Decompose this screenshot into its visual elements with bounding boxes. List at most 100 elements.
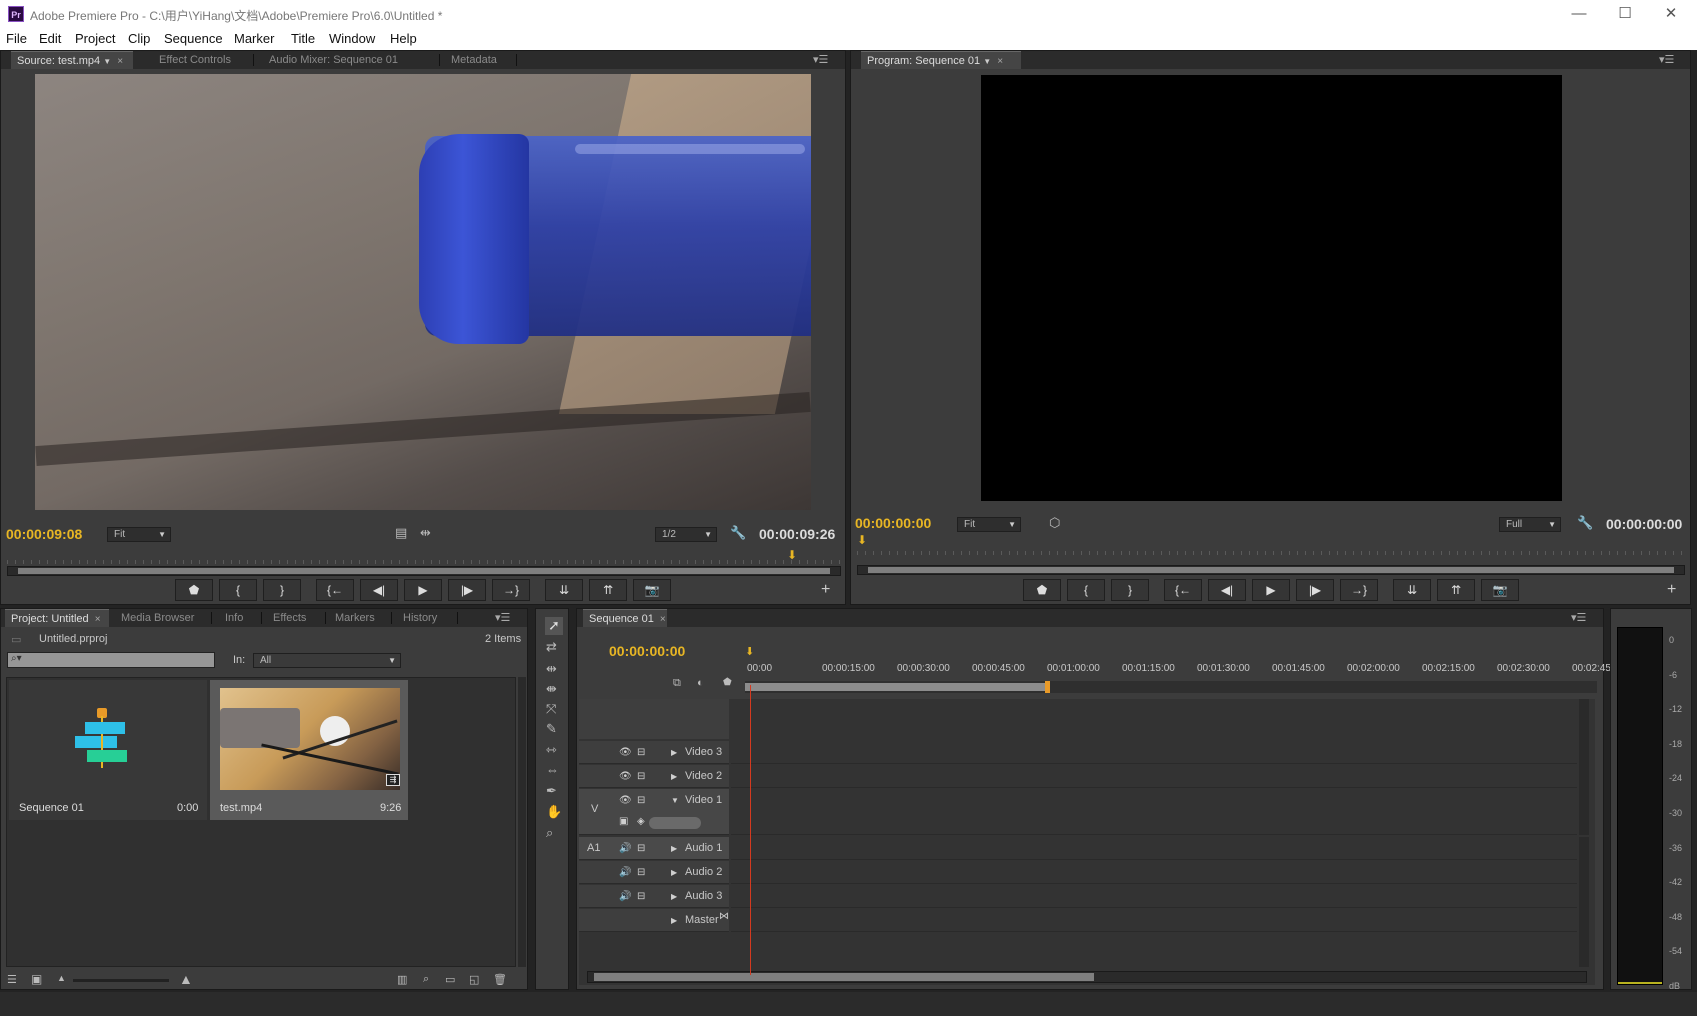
source-current-timecode[interactable]: 00:00:09:08 xyxy=(6,526,82,542)
audio-3-lane[interactable] xyxy=(731,885,1577,908)
master-lane[interactable] xyxy=(731,909,1577,932)
menu-clip[interactable]: Clip xyxy=(128,31,150,46)
snap-icon[interactable]: ⧉ xyxy=(673,677,681,690)
mark-in-button[interactable]: { xyxy=(1067,579,1105,601)
go-to-in-button[interactable]: {← xyxy=(316,579,354,601)
audio-1-track-header[interactable]: A1 🔊 ⊟ ▶ Audio 1 xyxy=(579,837,729,860)
expand-arrow-icon[interactable]: ▶ xyxy=(671,916,677,925)
speaker-icon[interactable]: 🔊 xyxy=(619,891,631,902)
close-icon[interactable]: × xyxy=(997,56,1003,67)
sync-lock-icon[interactable]: ⊟ xyxy=(637,771,645,782)
video-1-lane[interactable] xyxy=(731,789,1577,835)
pen-tool-icon[interactable]: ✒ xyxy=(546,783,557,799)
video-scrollbar[interactable] xyxy=(1579,699,1589,835)
audio-2-track-header[interactable]: 🔊 ⊟ ▶ Audio 2 xyxy=(579,861,729,884)
speaker-icon[interactable]: 🔊 xyxy=(619,843,631,854)
sync-lock-icon[interactable]: ⊟ xyxy=(637,747,645,758)
menu-marker[interactable]: Marker xyxy=(234,31,274,46)
step-back-button[interactable]: ◀| xyxy=(360,579,398,601)
thumbnail-size-slider[interactable] xyxy=(73,979,169,982)
audio-target-label[interactable]: A1 xyxy=(587,842,600,854)
master-output-icon[interactable]: ⋈ xyxy=(719,911,729,922)
sync-lock-icon[interactable]: ⊟ xyxy=(637,843,645,854)
work-area-bar[interactable] xyxy=(745,683,1047,691)
program-zoom-scrollbar[interactable] xyxy=(857,565,1685,575)
sync-lock-icon[interactable]: ⊟ xyxy=(637,795,645,806)
sync-lock-icon[interactable]: ⊟ xyxy=(637,891,645,902)
close-icon[interactable]: × xyxy=(95,614,101,625)
sync-lock-icon[interactable]: ⊟ xyxy=(637,867,645,878)
search-text[interactable] xyxy=(28,654,208,666)
icon-view-icon[interactable]: ▣ xyxy=(31,972,42,986)
wrench-icon[interactable]: 🔧 xyxy=(1577,515,1593,531)
eye-icon[interactable]: 👁 xyxy=(619,795,632,806)
overwrite-button[interactable]: ⇈ xyxy=(589,579,627,601)
ripple-edit-tool-icon[interactable]: ⇹ xyxy=(546,661,557,677)
close-button[interactable]: ✕ xyxy=(1648,0,1694,28)
rate-stretch-tool-icon[interactable]: ⤧ xyxy=(546,701,556,717)
menu-sequence[interactable]: Sequence xyxy=(164,31,223,46)
menu-window[interactable]: Window xyxy=(329,31,375,46)
search-input[interactable]: ⌕▾ xyxy=(7,652,215,668)
expand-arrow-icon[interactable]: ▶ xyxy=(671,868,677,877)
trash-icon[interactable]: 🗑 xyxy=(493,973,507,986)
track-select-tool-icon[interactable]: ⇄ xyxy=(546,639,557,655)
video-1-track-header[interactable]: V 👁 ⊟ ▼ Video 1 ▣ ◈ xyxy=(579,789,729,835)
expand-arrow-icon[interactable]: ▶ xyxy=(671,772,677,781)
maximize-button[interactable]: ☐ xyxy=(1602,0,1648,28)
step-forward-button[interactable]: |▶ xyxy=(448,579,486,601)
new-bin-icon[interactable]: ▭ xyxy=(445,973,455,986)
in-filter-dropdown[interactable]: All ▼ xyxy=(253,653,401,668)
audio-3-track-header[interactable]: 🔊 ⊟ ▶ Audio 3 xyxy=(579,885,729,908)
tab-program[interactable]: Program: Sequence 01 ▼ × xyxy=(861,51,1021,69)
tab-effect-controls[interactable]: Effect Controls xyxy=(153,51,253,69)
work-area-end-handle[interactable] xyxy=(1045,681,1050,693)
rolling-edit-tool-icon[interactable]: ⇼ xyxy=(546,681,557,697)
panel-menu-icon[interactable]: ▾☰ xyxy=(495,611,510,624)
program-time-ruler[interactable]: ⬇ xyxy=(857,533,1685,575)
project-scrollbar[interactable] xyxy=(518,677,526,967)
mark-in-button[interactable]: { xyxy=(219,579,257,601)
menu-file[interactable]: File xyxy=(6,31,27,46)
display-style-icon[interactable]: ▣ xyxy=(619,816,628,827)
add-marker-button[interactable]: ⬟ xyxy=(1023,579,1061,601)
menu-project[interactable]: Project xyxy=(75,31,115,46)
add-marker-button[interactable]: ⬟ xyxy=(175,579,213,601)
source-zoom-scrollbar[interactable] xyxy=(7,566,841,576)
tab-info[interactable]: Info xyxy=(219,609,259,627)
new-item-icon[interactable]: ◱ xyxy=(469,973,479,986)
timeline-current-timecode[interactable]: 00:00:00:00 xyxy=(609,643,685,659)
expand-arrow-icon[interactable]: ▶ xyxy=(671,892,677,901)
video-2-track-header[interactable]: 👁 ⊟ ▶ Video 2 xyxy=(579,765,729,788)
program-fit-dropdown[interactable]: Fit ▼ xyxy=(957,517,1021,532)
tab-metadata[interactable]: Metadata xyxy=(445,51,515,69)
automate-to-sequence-icon[interactable]: ▥ xyxy=(397,973,407,986)
program-current-timecode[interactable]: 00:00:00:00 xyxy=(855,515,931,531)
slide-tool-icon[interactable]: ⇔ xyxy=(546,762,559,777)
source-fit-dropdown[interactable]: Fit ▼ xyxy=(107,527,171,542)
timeline-ruler[interactable]: 00:00 00:00:15:00 00:00:30:00 00:00:45:00 00… xyxy=(745,649,1614,685)
speaker-icon[interactable]: 🔊 xyxy=(619,867,631,878)
tab-media-browser[interactable]: Media Browser xyxy=(115,609,205,627)
video-2-lane[interactable] xyxy=(731,765,1577,788)
eye-icon[interactable]: 👁 xyxy=(619,747,632,758)
program-playhead[interactable]: ⬇ xyxy=(857,533,867,547)
expand-arrow-icon[interactable]: ▶ xyxy=(671,844,677,853)
source-time-ruler[interactable]: ⬇ xyxy=(7,548,841,576)
hand-tool-icon[interactable]: ✋ xyxy=(546,804,562,820)
tab-audio-mixer[interactable]: Audio Mixer: Sequence 01 xyxy=(263,51,433,69)
tab-source[interactable]: Source: test.mp4 ▼ × xyxy=(11,51,133,69)
audio-scrollbar[interactable] xyxy=(1579,837,1589,967)
expand-arrow-icon[interactable]: ▶ xyxy=(671,748,677,757)
keyframe-icon[interactable]: ◈ xyxy=(637,816,645,827)
close-icon[interactable]: × xyxy=(117,56,123,67)
audio-1-lane[interactable] xyxy=(731,837,1577,860)
tab-effects[interactable]: Effects xyxy=(267,609,323,627)
mark-out-button[interactable]: } xyxy=(263,579,301,601)
collapse-arrow-icon[interactable]: ▼ xyxy=(671,796,679,805)
export-frame-button[interactable]: 📷 xyxy=(633,579,671,601)
minimize-button[interactable]: — xyxy=(1556,0,1602,28)
master-track-header[interactable]: ▶ Master ⋈ xyxy=(579,909,729,932)
menu-help[interactable]: Help xyxy=(390,31,417,46)
slip-tool-icon[interactable]: ⇿ xyxy=(546,742,557,758)
